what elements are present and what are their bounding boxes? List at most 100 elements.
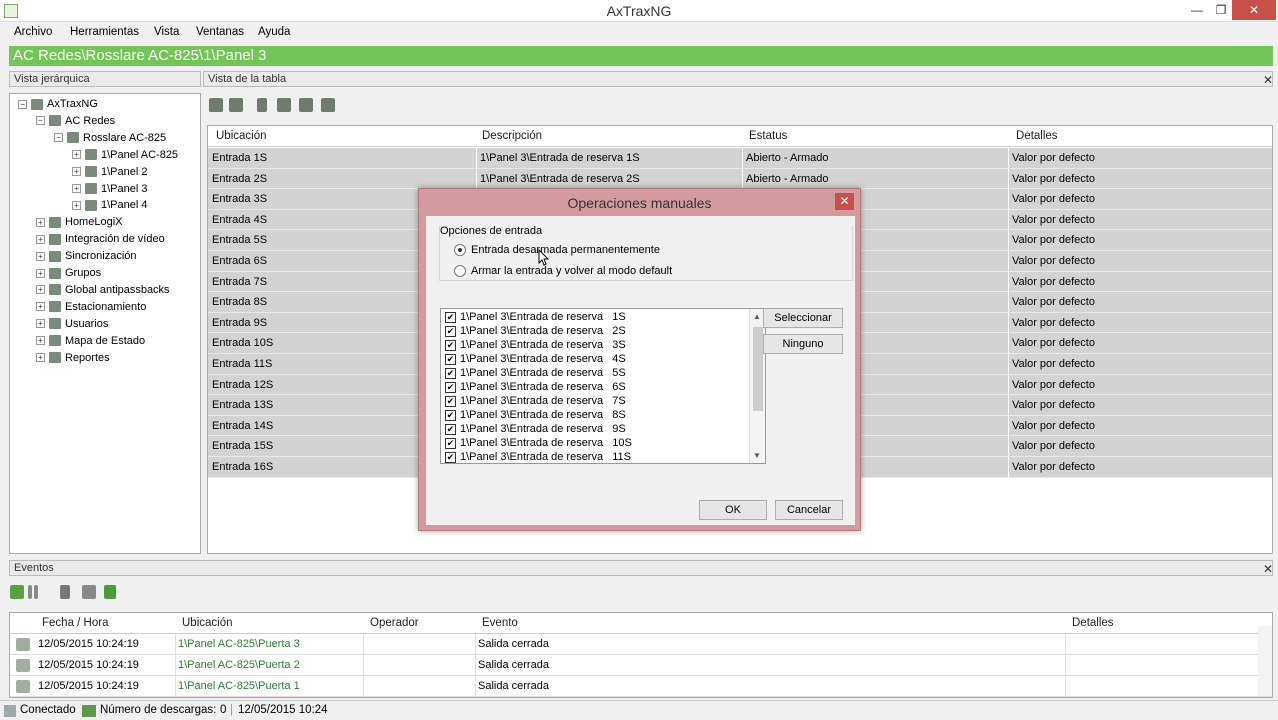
menu-herramientas[interactable]: Herramientas — [70, 26, 139, 38]
tree-item[interactable]: + Integración de vídeo — [36, 233, 165, 245]
close-icon[interactable]: ✕ — [1232, 0, 1276, 20]
radio-disarm-permanent-label[interactable]: Entrada desarmada permanentemente — [471, 244, 660, 256]
document-icon[interactable] — [257, 98, 267, 112]
tree-item[interactable]: +1\Panel 2 — [72, 166, 147, 178]
expand-icon[interactable]: + — [72, 200, 81, 210]
select-all-button[interactable]: Seleccionar — [763, 308, 843, 328]
parking-flag-icon[interactable] — [104, 585, 116, 599]
collapse-icon[interactable]: − — [54, 133, 63, 143]
menu-ayuda[interactable]: Ayuda — [258, 26, 290, 38]
events-scrollbar[interactable] — [1258, 626, 1272, 696]
col-ev-ubicacion[interactable]: Ubicación — [182, 617, 233, 629]
checklist-item[interactable]: ✔ 1\Panel 3\Entrada de reserva 6S — [445, 381, 745, 395]
expand-icon[interactable]: + — [72, 184, 81, 194]
radio-arm-return-default[interactable] — [454, 265, 466, 277]
expand-icon[interactable]: + — [36, 268, 45, 278]
col-operador[interactable]: Operador — [370, 617, 419, 629]
menu-vista[interactable]: Vista — [154, 26, 179, 38]
tree-item[interactable]: +1\Panel AC-825 — [72, 149, 178, 161]
checkbox-checked[interactable]: ✔ — [445, 382, 456, 393]
checklist-item[interactable]: ✔ 1\Panel 3\Entrada de reserva 7S — [445, 395, 745, 409]
export-icon[interactable] — [209, 98, 223, 112]
radio-disarm-permanent[interactable] — [454, 244, 466, 256]
tree-item[interactable]: + Grupos — [36, 267, 101, 279]
event-row[interactable]: 12/05/2015 10:24:19 1\Panel AC-825\Puerta… — [10, 676, 1272, 697]
expand-icon[interactable]: + — [36, 251, 45, 261]
scroll-down-icon[interactable]: ▼ — [753, 451, 761, 460]
dialog-close-icon[interactable]: ✕ — [835, 193, 854, 210]
checkbox-checked[interactable]: ✔ — [445, 340, 456, 351]
col-ev-detalles[interactable]: Detalles — [1072, 617, 1114, 629]
col-fecha-hora[interactable]: Fecha / Hora — [42, 617, 108, 629]
radio-arm-return-default-label[interactable]: Armar la entrada y volver al modo defaul… — [471, 265, 672, 277]
checklist-item[interactable]: ✔ 1\Panel 3\Entrada de reserva 2S — [445, 325, 745, 339]
expand-icon[interactable]: + — [36, 234, 45, 244]
expand-icon[interactable]: + — [36, 302, 45, 312]
table-row[interactable]: Entrada 1S 1\Panel 3\Entrada de reserva 1… — [208, 148, 1272, 169]
col-detalles[interactable]: Detalles — [1016, 130, 1058, 142]
checkbox-checked[interactable]: ✔ — [445, 312, 456, 323]
tree-item[interactable]: + Usuarios — [36, 318, 108, 330]
checklist-item[interactable]: ✔ 1\Panel 3\Entrada de reserva 3S — [445, 339, 745, 353]
tree-item[interactable]: + Sincronización — [36, 250, 137, 262]
print-icon[interactable] — [229, 98, 243, 112]
expand-icon[interactable]: + — [36, 285, 45, 295]
tree-item[interactable]: − AC Redes — [36, 115, 115, 127]
upload-icon[interactable] — [299, 98, 313, 112]
tree-item[interactable]: − Rosslare AC-825 — [54, 132, 166, 144]
scroll-up-icon[interactable]: ▲ — [753, 312, 761, 321]
expand-icon[interactable]: + — [72, 167, 81, 177]
ok-button[interactable]: OK — [699, 500, 767, 520]
expand-icon[interactable]: + — [36, 217, 45, 227]
tree-item[interactable]: +1\Panel 4 — [72, 199, 147, 211]
download-icon[interactable] — [277, 98, 291, 112]
checklist-item[interactable]: ✔ 1\Panel 3\Entrada de reserva 10S — [445, 437, 745, 451]
checkbox-checked[interactable]: ✔ — [445, 368, 456, 379]
tree-item[interactable]: +1\Panel 3 — [72, 183, 147, 195]
tree-item[interactable]: + Global antipassbacks — [36, 284, 170, 296]
select-none-button[interactable]: Ninguno — [763, 334, 843, 354]
expand-icon[interactable]: + — [72, 150, 81, 160]
event-row[interactable]: 12/05/2015 10:24:19 1\Panel AC-825\Puerta… — [10, 634, 1272, 655]
pause-icon[interactable] — [28, 585, 32, 599]
col-evento[interactable]: Evento — [482, 617, 518, 629]
expand-icon[interactable]: + — [36, 336, 45, 346]
tree-item[interactable]: − AxTraxNG — [18, 98, 98, 110]
cancel-button[interactable]: Cancelar — [775, 500, 843, 520]
print-events-icon[interactable] — [82, 585, 96, 599]
tree-item[interactable]: + HomeLogiX — [36, 216, 122, 228]
sound-icon[interactable] — [321, 98, 335, 112]
scroll-thumb[interactable] — [753, 327, 763, 411]
expand-icon[interactable]: + — [36, 319, 45, 329]
tree-item[interactable]: + Estacionamiento — [36, 301, 146, 313]
col-descripcion[interactable]: Descripción — [482, 130, 542, 142]
pin-icon[interactable] — [60, 585, 70, 599]
collapse-icon[interactable]: − — [36, 116, 45, 126]
menu-archivo[interactable]: Archivo — [14, 26, 52, 38]
checkbox-checked[interactable]: ✔ — [445, 354, 456, 365]
col-ubicacion[interactable]: Ubicación — [216, 130, 267, 142]
table-panel-close-icon[interactable]: ✕ — [1263, 73, 1273, 87]
checklist-scrollbar[interactable]: ▲ ▼ — [749, 309, 765, 463]
filter-icon[interactable] — [10, 585, 24, 599]
tree-item[interactable]: + Reportes — [36, 352, 110, 364]
collapse-icon[interactable]: − — [18, 99, 27, 109]
expand-icon[interactable]: + — [36, 353, 45, 363]
tree-item[interactable]: + Mapa de Estado — [36, 335, 145, 347]
checkbox-checked[interactable]: ✔ — [445, 410, 456, 421]
table-row[interactable]: Entrada 2S 1\Panel 3\Entrada de reserva 2… — [208, 168, 1272, 190]
checklist-item[interactable]: ✔ 1\Panel 3\Entrada de reserva 4S — [445, 353, 745, 367]
checkbox-checked[interactable]: ✔ — [445, 396, 456, 407]
menu-ventanas[interactable]: Ventanas — [196, 26, 244, 38]
checklist-item[interactable]: ✔ 1\Panel 3\Entrada de reserva 8S — [445, 409, 745, 423]
checklist-item[interactable]: ✔ 1\Panel 3\Entrada de reserva 1S — [445, 311, 745, 325]
checkbox-checked[interactable]: ✔ — [445, 438, 456, 449]
checklist-item[interactable]: ✔ 1\Panel 3\Entrada de reserva 11S — [445, 451, 745, 463]
checkbox-checked[interactable]: ✔ — [445, 424, 456, 435]
checklist-item[interactable]: ✔ 1\Panel 3\Entrada de reserva 9S — [445, 423, 745, 437]
checklist-item[interactable]: ✔ 1\Panel 3\Entrada de reserva 5S — [445, 367, 745, 381]
events-close-icon[interactable]: ✕ — [1263, 562, 1273, 576]
event-row[interactable]: 12/05/2015 10:24:19 1\Panel AC-825\Puerta… — [10, 655, 1272, 676]
checkbox-checked[interactable]: ✔ — [445, 326, 456, 337]
col-estatus[interactable]: Estatus — [749, 130, 787, 142]
